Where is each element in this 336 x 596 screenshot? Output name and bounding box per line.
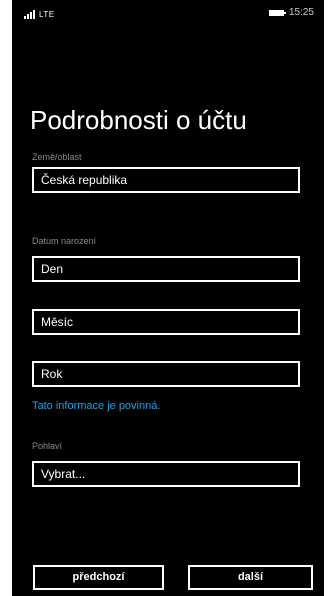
month-field[interactable]: Měsíc	[32, 309, 300, 335]
status-right: 15:25	[268, 7, 314, 18]
phone-screen: LTE 15:25 Podrobnosti o účtu Země/oblast…	[12, 0, 324, 596]
next-button[interactable]: další	[188, 565, 313, 590]
battery-icon	[268, 9, 286, 16]
gender-select[interactable]: Vybrat...	[32, 461, 300, 487]
birthdate-label: Datum narození	[32, 236, 97, 246]
year-field[interactable]: Rok	[32, 361, 300, 387]
signal-icon	[24, 9, 35, 19]
required-note: Tato informace je povinná.	[32, 400, 161, 412]
country-label: Země/oblast	[32, 152, 82, 162]
gender-label: Pohlaví	[32, 441, 63, 451]
status-time: 15:25	[288, 7, 314, 18]
network-type: LTE	[39, 10, 55, 19]
country-field[interactable]: Česká republika	[32, 167, 300, 193]
day-field[interactable]: Den	[32, 256, 300, 282]
status-left: LTE	[24, 9, 55, 19]
previous-button[interactable]: předchozí	[33, 565, 164, 590]
page-title: Podrobnosti o účtu	[30, 105, 247, 135]
